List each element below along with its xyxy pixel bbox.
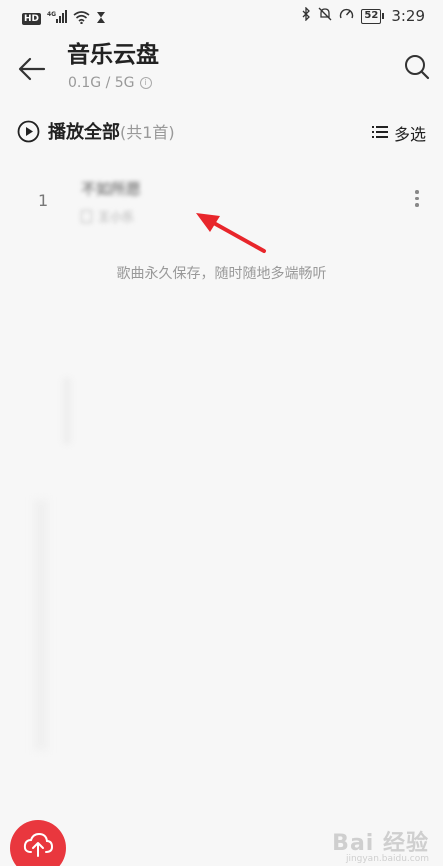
status-bar: HD 4G 52 3:29	[0, 0, 443, 34]
mute-bell-icon	[318, 7, 332, 25]
watermark: Bai 经验 jingyan.baidu.com	[332, 825, 429, 864]
bluetooth-icon	[301, 6, 311, 25]
song-subtitle: 王小乐	[81, 208, 134, 225]
cell-signal-icon: 4G	[47, 9, 68, 28]
multi-select-button[interactable]: 多选	[371, 121, 426, 145]
play-all-label: 播放全部	[48, 122, 120, 143]
song-index: 1	[38, 191, 49, 210]
back-arrow-icon[interactable]	[17, 54, 47, 84]
more-options-icon[interactable]	[412, 190, 422, 212]
wifi-icon	[73, 9, 90, 28]
battery-level: 52	[361, 8, 382, 24]
status-time: 3:29	[391, 7, 425, 25]
blurred-region	[34, 500, 48, 750]
storage-capacity: 0.1G / 5G i	[68, 75, 152, 91]
song-count: (共1首)	[120, 123, 175, 142]
speedometer-icon	[339, 7, 354, 25]
blurred-region	[63, 378, 71, 444]
multi-select-label: 多选	[393, 125, 426, 144]
capacity-text: 0.1G / 5G	[68, 75, 135, 91]
annotation-arrow	[190, 208, 270, 256]
list-icon	[371, 124, 388, 143]
song-artist: 王小乐	[98, 210, 135, 224]
watermark-main: Bai 经验	[332, 831, 429, 856]
status-right: 52 3:29	[301, 6, 425, 25]
page-title: 音乐云盘	[67, 42, 159, 68]
hd-badge: HD	[22, 12, 42, 25]
status-left: HD 4G	[22, 9, 106, 28]
hourglass-icon	[96, 9, 106, 28]
cloud-file-icon	[81, 210, 92, 223]
svg-text:4G: 4G	[47, 11, 56, 18]
watermark-sub: jingyan.baidu.com	[345, 854, 429, 864]
play-circle-icon	[17, 120, 40, 143]
hint-text: 歌曲永久保存，随时随地多端畅听	[116, 266, 327, 282]
song-title: 不如所愿	[81, 180, 142, 198]
play-all-button[interactable]: 播放全部 (共1首)	[17, 118, 175, 144]
info-icon[interactable]: i	[139, 77, 152, 89]
upload-button[interactable]	[10, 820, 66, 866]
cloud-upload-icon	[23, 832, 53, 857]
search-icon[interactable]	[403, 53, 431, 81]
battery-icon: 52	[361, 8, 385, 24]
